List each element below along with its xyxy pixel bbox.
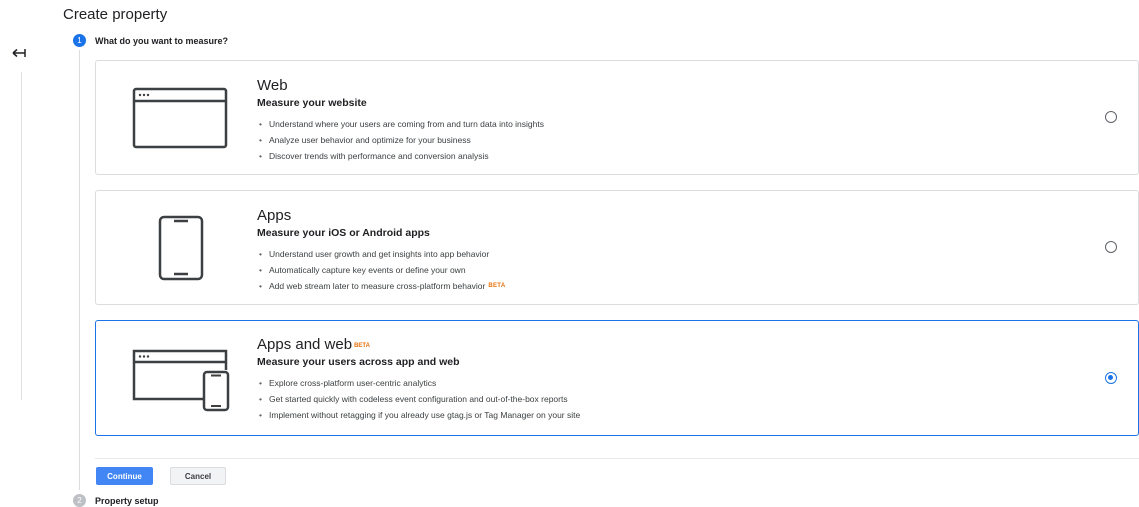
mobile-phone-icon	[158, 215, 204, 281]
radio-web[interactable]	[1105, 111, 1117, 123]
step-number-1: 1	[73, 34, 86, 47]
step-number-2: 2	[73, 494, 86, 507]
card-title-apps-and-web: Apps and web BETA	[257, 336, 580, 354]
card-subtitle-web: Measure your website	[257, 97, 367, 109]
page-title: Create property	[63, 6, 168, 23]
beta-badge: BETA	[488, 283, 506, 289]
list-item: Discover trends with performance and con…	[257, 148, 544, 164]
list-item: Get started quickly with codeless event …	[257, 391, 580, 407]
list-item: Implement without retagging if you alrea…	[257, 407, 580, 423]
card-title-text: Apps and web	[257, 336, 353, 353]
stepper-line	[79, 50, 80, 490]
card-subtitle-apps: Measure your iOS or Android apps	[257, 227, 430, 239]
continue-button[interactable]: Continue	[96, 467, 153, 485]
list-item: Understand where your users are coming f…	[257, 116, 544, 132]
cancel-button[interactable]: Cancel	[170, 467, 226, 485]
card-subtitle-apps-and-web: Measure your users across app and web	[257, 356, 460, 368]
card-title-apps: Apps	[257, 207, 292, 224]
beta-badge: BETA	[354, 343, 370, 349]
option-card-web[interactable]: Web Measure your website Understand wher…	[95, 60, 1139, 175]
option-card-apps-and-web[interactable]: Apps and web BETA Measure your users acro…	[95, 320, 1139, 436]
radio-apps[interactable]	[1105, 241, 1117, 253]
step-label-property-setup: Property setup	[95, 496, 159, 506]
card-bullets-web: Understand where your users are coming f…	[257, 116, 544, 164]
option-card-apps[interactable]: Apps Measure your iOS or Android apps Un…	[95, 190, 1139, 305]
card-bullets-apps: Understand user growth and get insights …	[257, 246, 505, 294]
list-item: Understand user growth and get insights …	[257, 246, 505, 262]
card-title-web: Web	[257, 77, 288, 94]
card-bullets-apps-and-web: Explore cross-platform user-centric anal…	[257, 375, 580, 423]
back-button[interactable]	[8, 44, 30, 62]
list-item: Analyze user behavior and optimize for y…	[257, 132, 544, 148]
list-item: Automatically capture key events or defi…	[257, 262, 505, 278]
sidebar-divider	[21, 72, 22, 400]
section-divider	[95, 458, 1139, 459]
browser-window-icon	[132, 87, 228, 149]
step-label-measure: What do you want to measure?	[95, 36, 229, 46]
back-arrow-icon	[12, 48, 26, 58]
list-item-text: Add web stream later to measure cross-pl…	[269, 281, 486, 291]
browser-and-phone-icon	[132, 349, 230, 412]
list-item: Explore cross-platform user-centric anal…	[257, 375, 580, 391]
list-item: Add web stream later to measure cross-pl…	[257, 278, 505, 294]
radio-apps-and-web[interactable]	[1105, 372, 1117, 384]
